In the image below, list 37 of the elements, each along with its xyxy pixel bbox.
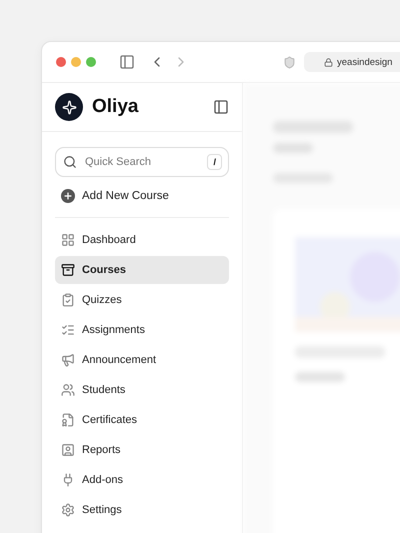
settings-icon: [61, 503, 75, 517]
shortcut-key: /: [207, 154, 222, 170]
lock-icon: [324, 58, 333, 66]
nav-item[interactable]: Students: [55, 376, 229, 404]
maximize-icon[interactable]: [86, 57, 96, 67]
nav-item[interactable]: Certificates: [55, 406, 229, 434]
megaphone-icon: [61, 353, 75, 367]
nav-item[interactable]: Dashboard: [55, 226, 229, 254]
search-icon: [63, 155, 77, 169]
add-course-button[interactable]: Add New Course: [55, 183, 229, 209]
logo-icon: [55, 93, 83, 121]
sidebar-toggle-icon[interactable]: [213, 99, 229, 115]
search-input[interactable]: Quick Search: [83, 155, 202, 169]
clipboard-icon: [61, 293, 75, 307]
address-bar[interactable]: yeasindesign: [304, 52, 400, 72]
search-field[interactable]: Quick Search /: [55, 147, 229, 177]
sidebar-icon[interactable]: [119, 54, 135, 70]
nav-item[interactable]: Settings: [55, 496, 229, 524]
minimize-icon[interactable]: [71, 57, 81, 67]
nav-item[interactable]: Assignments: [55, 316, 229, 344]
url-text: yeasindesign: [337, 56, 392, 68]
nav-item[interactable]: Reports: [55, 436, 229, 464]
box-icon: [61, 263, 75, 277]
nav-item[interactable]: Announcement: [55, 346, 229, 374]
close-icon[interactable]: [56, 57, 66, 67]
checklist-icon: [61, 323, 75, 337]
user-card-icon: [61, 443, 75, 457]
users-icon: [61, 383, 75, 397]
nav-item[interactable]: Add-ons: [55, 466, 229, 494]
badge-icon: [61, 413, 75, 427]
plug-icon: [61, 473, 75, 487]
nav-item[interactable]: Courses: [55, 256, 229, 284]
plus-icon: [61, 189, 75, 203]
brand-name: Oliya: [92, 96, 140, 118]
nav-item[interactable]: Quizzes: [55, 286, 229, 314]
grid-icon: [61, 233, 75, 247]
shield-icon[interactable]: [283, 56, 296, 68]
